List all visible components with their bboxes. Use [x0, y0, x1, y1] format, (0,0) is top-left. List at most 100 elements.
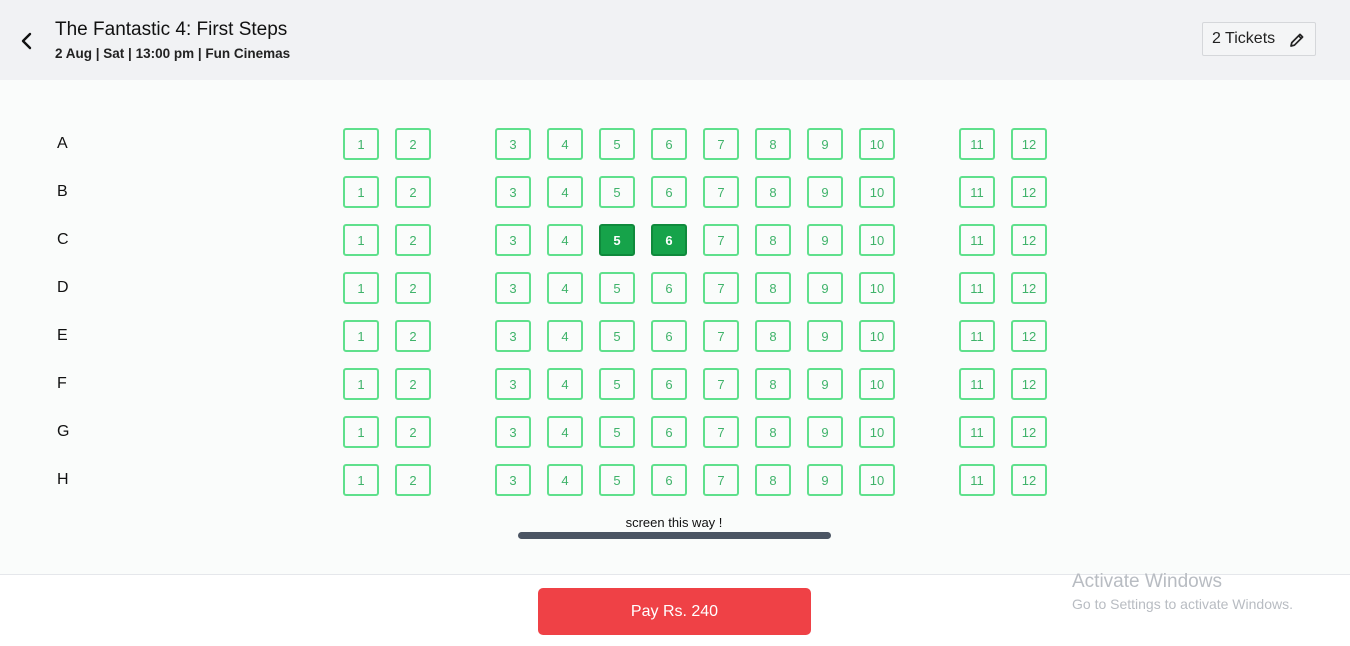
seat-h-11[interactable]: 11	[959, 464, 995, 496]
seat-g-8[interactable]: 8	[755, 416, 791, 448]
seat-e-2[interactable]: 2	[395, 320, 431, 352]
seat-d-6[interactable]: 6	[651, 272, 687, 304]
show-details: 2 Aug | Sat | 13:00 pm | Fun Cinemas	[55, 46, 291, 61]
seat-g-4[interactable]: 4	[547, 416, 583, 448]
seat-f-8[interactable]: 8	[755, 368, 791, 400]
seat-g-2[interactable]: 2	[395, 416, 431, 448]
seat-b-5[interactable]: 5	[599, 176, 635, 208]
seat-e-3[interactable]: 3	[495, 320, 531, 352]
edit-tickets-button[interactable]: 2 Tickets	[1202, 22, 1316, 56]
seat-h-3[interactable]: 3	[495, 464, 531, 496]
seat-e-6[interactable]: 6	[651, 320, 687, 352]
seat-h-6[interactable]: 6	[651, 464, 687, 496]
seat-g-9[interactable]: 9	[807, 416, 843, 448]
seat-b-6[interactable]: 6	[651, 176, 687, 208]
seat-a-11[interactable]: 11	[959, 128, 995, 160]
seat-c-6[interactable]: 6	[651, 224, 687, 256]
seat-d-1[interactable]: 1	[343, 272, 379, 304]
seat-f-6[interactable]: 6	[651, 368, 687, 400]
seat-d-10[interactable]: 10	[859, 272, 895, 304]
seat-a-1[interactable]: 1	[343, 128, 379, 160]
seat-e-1[interactable]: 1	[343, 320, 379, 352]
seat-b-4[interactable]: 4	[547, 176, 583, 208]
seat-b-10[interactable]: 10	[859, 176, 895, 208]
seat-e-5[interactable]: 5	[599, 320, 635, 352]
seat-f-11[interactable]: 11	[959, 368, 995, 400]
seat-c-9[interactable]: 9	[807, 224, 843, 256]
seat-f-3[interactable]: 3	[495, 368, 531, 400]
seat-c-1[interactable]: 1	[343, 224, 379, 256]
seat-a-9[interactable]: 9	[807, 128, 843, 160]
seat-f-7[interactable]: 7	[703, 368, 739, 400]
seat-a-2[interactable]: 2	[395, 128, 431, 160]
seat-c-7[interactable]: 7	[703, 224, 739, 256]
seat-c-11[interactable]: 11	[959, 224, 995, 256]
seat-c-10[interactable]: 10	[859, 224, 895, 256]
seat-d-8[interactable]: 8	[755, 272, 791, 304]
seat-e-9[interactable]: 9	[807, 320, 843, 352]
seat-f-5[interactable]: 5	[599, 368, 635, 400]
seat-f-10[interactable]: 10	[859, 368, 895, 400]
seat-h-7[interactable]: 7	[703, 464, 739, 496]
seat-f-2[interactable]: 2	[395, 368, 431, 400]
seat-c-2[interactable]: 2	[395, 224, 431, 256]
seat-b-11[interactable]: 11	[959, 176, 995, 208]
seat-g-6[interactable]: 6	[651, 416, 687, 448]
seat-d-7[interactable]: 7	[703, 272, 739, 304]
seat-b-9[interactable]: 9	[807, 176, 843, 208]
seat-c-5[interactable]: 5	[599, 224, 635, 256]
seat-c-8[interactable]: 8	[755, 224, 791, 256]
seat-g-5[interactable]: 5	[599, 416, 635, 448]
seat-b-1[interactable]: 1	[343, 176, 379, 208]
seat-d-4[interactable]: 4	[547, 272, 583, 304]
seat-g-12[interactable]: 12	[1011, 416, 1047, 448]
seat-h-9[interactable]: 9	[807, 464, 843, 496]
seat-e-12[interactable]: 12	[1011, 320, 1047, 352]
seat-e-4[interactable]: 4	[547, 320, 583, 352]
seat-a-10[interactable]: 10	[859, 128, 895, 160]
seat-f-4[interactable]: 4	[547, 368, 583, 400]
seat-h-4[interactable]: 4	[547, 464, 583, 496]
seat-a-3[interactable]: 3	[495, 128, 531, 160]
seat-d-5[interactable]: 5	[599, 272, 635, 304]
seat-a-5[interactable]: 5	[599, 128, 635, 160]
seat-b-8[interactable]: 8	[755, 176, 791, 208]
seat-b-3[interactable]: 3	[495, 176, 531, 208]
pay-button[interactable]: Pay Rs. 240	[538, 588, 811, 635]
seat-a-8[interactable]: 8	[755, 128, 791, 160]
seat-h-5[interactable]: 5	[599, 464, 635, 496]
seat-c-3[interactable]: 3	[495, 224, 531, 256]
seat-b-7[interactable]: 7	[703, 176, 739, 208]
seat-h-12[interactable]: 12	[1011, 464, 1047, 496]
seat-f-1[interactable]: 1	[343, 368, 379, 400]
seat-f-9[interactable]: 9	[807, 368, 843, 400]
seat-h-2[interactable]: 2	[395, 464, 431, 496]
seat-a-4[interactable]: 4	[547, 128, 583, 160]
seat-d-12[interactable]: 12	[1011, 272, 1047, 304]
seat-c-12[interactable]: 12	[1011, 224, 1047, 256]
seat-g-1[interactable]: 1	[343, 416, 379, 448]
back-button[interactable]	[14, 28, 40, 54]
seat-g-7[interactable]: 7	[703, 416, 739, 448]
seat-b-2[interactable]: 2	[395, 176, 431, 208]
seat-g-11[interactable]: 11	[959, 416, 995, 448]
seat-e-8[interactable]: 8	[755, 320, 791, 352]
seat-e-7[interactable]: 7	[703, 320, 739, 352]
seat-h-10[interactable]: 10	[859, 464, 895, 496]
seat-c-4[interactable]: 4	[547, 224, 583, 256]
seat-f-12[interactable]: 12	[1011, 368, 1047, 400]
seat-g-3[interactable]: 3	[495, 416, 531, 448]
seat-d-9[interactable]: 9	[807, 272, 843, 304]
seat-d-3[interactable]: 3	[495, 272, 531, 304]
seat-b-12[interactable]: 12	[1011, 176, 1047, 208]
seat-a-7[interactable]: 7	[703, 128, 739, 160]
seat-h-1[interactable]: 1	[343, 464, 379, 496]
seat-h-8[interactable]: 8	[755, 464, 791, 496]
seat-e-10[interactable]: 10	[859, 320, 895, 352]
seat-d-2[interactable]: 2	[395, 272, 431, 304]
seat-d-11[interactable]: 11	[959, 272, 995, 304]
seat-g-10[interactable]: 10	[859, 416, 895, 448]
seat-e-11[interactable]: 11	[959, 320, 995, 352]
seat-a-6[interactable]: 6	[651, 128, 687, 160]
seat-a-12[interactable]: 12	[1011, 128, 1047, 160]
